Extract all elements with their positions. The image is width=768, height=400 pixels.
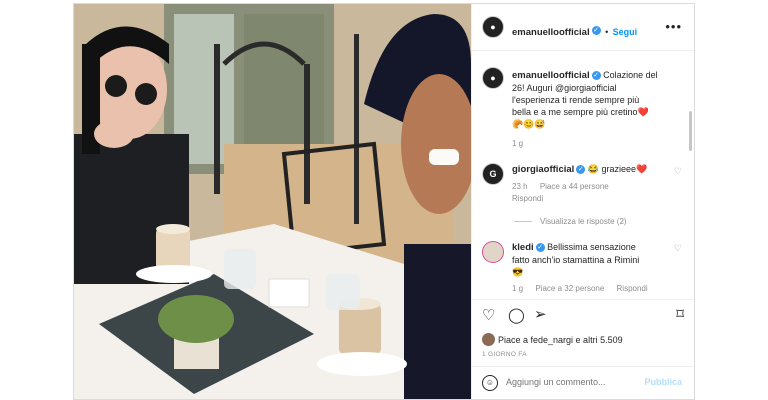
view-replies-label: Visualizza le risposte (2) bbox=[540, 217, 627, 226]
scrollbar[interactable] bbox=[689, 111, 692, 151]
more-options-icon[interactable]: ••• bbox=[665, 19, 682, 34]
comment-like-heart-icon[interactable]: ♡ bbox=[674, 166, 682, 177]
likes-summary[interactable]: Piace a fede_nargi e altri 5.509 bbox=[498, 335, 623, 345]
emoji-picker-icon[interactable]: ☺ bbox=[482, 375, 498, 391]
caption-time[interactable]: 1 g bbox=[512, 139, 523, 148]
separator-dot: • bbox=[605, 27, 609, 37]
save-bookmark-icon[interactable]: ⌑ bbox=[676, 305, 684, 323]
comment-line-1: fatto anch'io stamattina a Rimini bbox=[512, 255, 640, 265]
verified-badge-icon: ✓ bbox=[576, 165, 586, 175]
comment-username[interactable]: kledi bbox=[512, 242, 534, 253]
photo-illustration bbox=[74, 4, 471, 399]
action-bar: ♡ ◯ ➢ ⌑ Piace a fede_nargi e altri 5.509… bbox=[472, 299, 694, 360]
author-avatar[interactable]: ● bbox=[482, 16, 504, 38]
add-comment-bar: ☺ Pubblica bbox=[472, 366, 694, 400]
reply-button[interactable]: Rispondi bbox=[617, 284, 648, 293]
comment-username[interactable]: giorgiaofficial bbox=[512, 164, 574, 175]
header-author: emanuelloofficial ✓ • Segui bbox=[512, 22, 637, 40]
post-side-panel: ● emanuelloofficial ✓ • Segui ••• ● emanu… bbox=[471, 4, 694, 399]
author-username[interactable]: emanuelloofficial bbox=[512, 27, 590, 38]
comment-bubble-icon[interactable]: ◯ bbox=[508, 306, 525, 324]
caption-line-3: bella e a me sempre più cretino❤️ bbox=[512, 107, 649, 117]
comment-text: 😂 grazieee❤️ bbox=[587, 164, 648, 174]
post-header: ● emanuelloofficial ✓ • Segui ••• bbox=[472, 4, 694, 51]
comment-line-0: Bellissima sensazione bbox=[547, 242, 636, 252]
caption-line-2: l'esperienza ti rende sempre più bbox=[512, 95, 640, 105]
comments-list[interactable]: ● emanuelloofficial ✓ Colazione del 26! A… bbox=[472, 51, 694, 296]
caption: emanuelloofficial ✓ Colazione del 26! Aug… bbox=[512, 69, 684, 150]
caption-line-0: Colazione del bbox=[603, 70, 658, 80]
comment-likes[interactable]: Piace a 32 persone bbox=[535, 284, 604, 293]
comment-input[interactable] bbox=[506, 377, 636, 387]
avatar-initial: G bbox=[489, 169, 497, 179]
view-replies[interactable]: Visualizza le risposte (2) bbox=[514, 217, 627, 226]
caption-username[interactable]: emanuelloofficial bbox=[512, 70, 590, 81]
instagram-post: ● emanuelloofficial ✓ • Segui ••• ● emanu… bbox=[73, 3, 695, 400]
comment-line-2: 😎 bbox=[512, 267, 524, 277]
comment-avatar-kledi[interactable] bbox=[482, 241, 504, 263]
caption-line-1: 26! Auguri @giorgiaofficial bbox=[512, 83, 617, 93]
comment-kledi: kledi ✓ Bellissima sensazione fatto anch'… bbox=[512, 241, 662, 295]
post-photo[interactable] bbox=[74, 4, 471, 399]
post-date[interactable]: 1 GIORNO FA bbox=[482, 351, 527, 358]
caption-emoji: 🥐😊😅 bbox=[512, 119, 546, 129]
verified-badge-icon: ✓ bbox=[591, 26, 601, 36]
caption-avatar[interactable]: ● bbox=[482, 67, 504, 89]
comment-like-heart-icon[interactable]: ♡ bbox=[674, 243, 682, 254]
verified-badge-icon: ✓ bbox=[591, 71, 601, 81]
like-heart-icon[interactable]: ♡ bbox=[482, 306, 495, 324]
share-send-icon[interactable]: ➢ bbox=[534, 305, 547, 323]
comment-likes[interactable]: Piace a 44 persone bbox=[540, 182, 609, 191]
replies-divider bbox=[514, 221, 532, 223]
comment-time[interactable]: 23 h bbox=[512, 182, 528, 191]
reply-button[interactable]: Rispondi bbox=[512, 194, 543, 203]
comment-avatar-giorgia[interactable]: G bbox=[482, 163, 504, 185]
comment-time[interactable]: 1 g bbox=[512, 284, 523, 293]
verified-badge-icon: ✓ bbox=[535, 243, 545, 253]
follow-button[interactable]: Segui bbox=[613, 27, 638, 37]
publish-button[interactable]: Pubblica bbox=[644, 377, 682, 387]
liker-avatar[interactable] bbox=[482, 333, 495, 346]
comment-giorgia: giorgiaofficial ✓ 😂 grazieee❤️ 23 h Piace… bbox=[512, 163, 662, 205]
